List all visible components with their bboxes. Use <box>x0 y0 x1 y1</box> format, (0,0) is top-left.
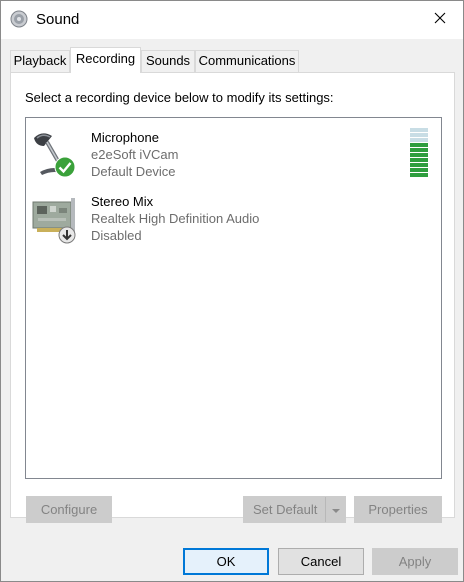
level-bar-lit <box>410 143 428 147</box>
button-label: Set Default <box>253 502 318 517</box>
sound-dialog: Sound Playback Recording Sounds Communic… <box>0 0 464 582</box>
level-meter <box>410 128 428 180</box>
level-bar-lit <box>410 153 428 157</box>
title-bar: Sound <box>1 1 463 39</box>
level-bar-lit <box>410 168 428 172</box>
level-bar-lit <box>410 163 428 167</box>
tab-communications[interactable]: Communications <box>195 50 299 72</box>
speaker-icon <box>10 10 28 28</box>
close-button[interactable] <box>417 1 463 37</box>
button-label: Properties <box>368 502 428 517</box>
level-bar-lit <box>410 148 428 152</box>
tab-label: Communications <box>198 53 296 68</box>
instruction-text: Select a recording device below to modif… <box>25 90 334 105</box>
button-label: Cancel <box>300 554 342 569</box>
device-name: Microphone <box>91 130 159 145</box>
configure-button[interactable]: Configure <box>26 496 112 523</box>
device-item-stereo-mix[interactable]: Stereo Mix Realtek High Definition Audio… <box>26 184 441 244</box>
level-bar-unlit <box>410 133 428 137</box>
window-title: Sound <box>36 11 80 28</box>
button-label: OK <box>216 554 236 569</box>
device-description: e2eSoft iVCam <box>91 147 179 162</box>
recording-panel: Select a recording device below to modif… <box>10 72 455 518</box>
cancel-button[interactable]: Cancel <box>278 548 364 575</box>
button-label: Apply <box>398 554 432 569</box>
set-default-dropdown[interactable] <box>325 497 345 522</box>
recording-device-list[interactable]: Microphone e2eSoft iVCam Default Device <box>25 117 442 479</box>
level-bar-lit <box>410 173 428 177</box>
device-status: Disabled <box>91 228 142 243</box>
tab-sounds[interactable]: Sounds <box>141 50 195 72</box>
level-bar-lit <box>410 158 428 162</box>
tab-label: Recording <box>75 51 136 66</box>
device-description: Realtek High Definition Audio <box>91 211 260 226</box>
ok-button[interactable]: OK <box>183 548 269 575</box>
level-bar-unlit <box>410 128 428 132</box>
tab-playback[interactable]: Playback <box>10 50 70 72</box>
dialog-client: Playback Recording Sounds Communications… <box>1 39 463 581</box>
tab-label: Playback <box>13 53 67 68</box>
device-status: Default Device <box>91 164 176 179</box>
tab-recording[interactable]: Recording <box>70 47 141 73</box>
level-bar-unlit <box>410 138 428 142</box>
device-name: Stereo Mix <box>91 194 154 209</box>
close-icon <box>434 12 446 27</box>
tab-label: Sounds <box>145 53 191 68</box>
apply-button[interactable]: Apply <box>372 548 458 575</box>
button-label: Configure <box>40 502 98 517</box>
properties-button[interactable]: Properties <box>354 496 442 523</box>
chevron-down-icon <box>331 502 341 517</box>
set-default-button[interactable]: Set Default <box>243 496 346 523</box>
green-check-icon <box>54 156 76 178</box>
disabled-down-arrow-icon <box>58 226 76 244</box>
device-item-microphone[interactable]: Microphone e2eSoft iVCam Default Device <box>26 120 441 180</box>
